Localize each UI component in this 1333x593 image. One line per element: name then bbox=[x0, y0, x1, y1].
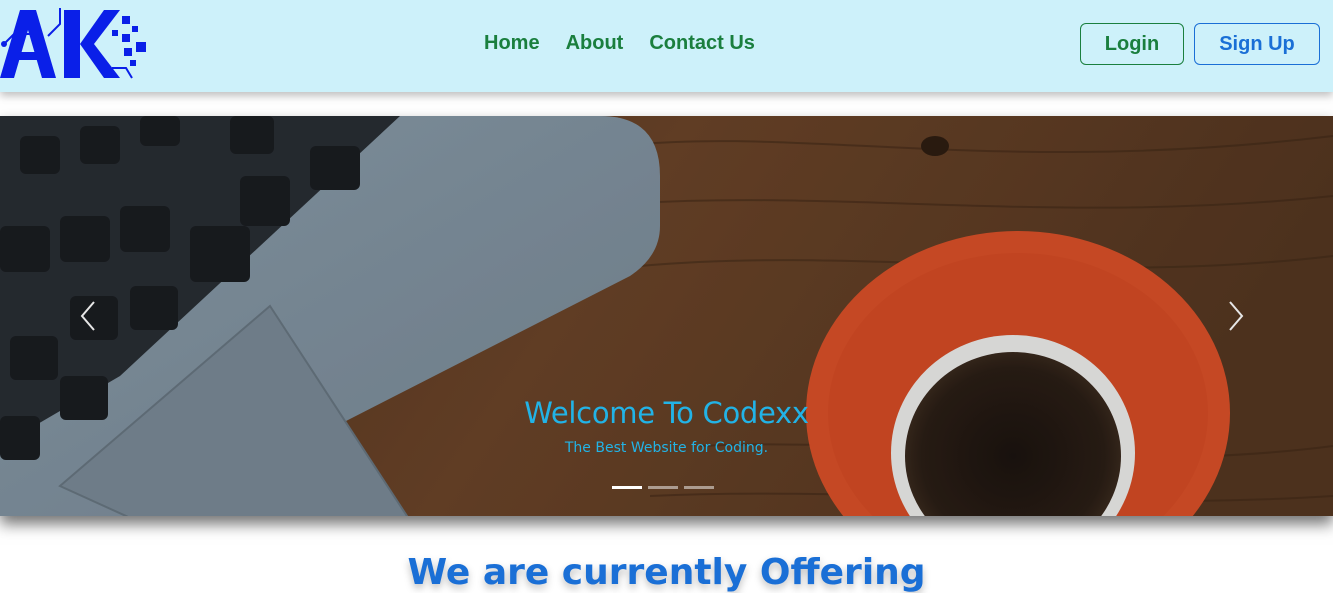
section-heading: We are currently Offering bbox=[407, 552, 926, 593]
nav-link-contact[interactable]: Contact Us bbox=[649, 32, 755, 55]
navbar: Home About Contact Us Login Sign Up bbox=[0, 0, 1333, 92]
carousel-prev-control[interactable] bbox=[68, 296, 108, 336]
nav-menu: Home About Contact Us bbox=[484, 32, 781, 55]
carousel-indicators bbox=[612, 486, 714, 489]
carousel-indicator-1[interactable] bbox=[612, 486, 642, 489]
login-button[interactable]: Login bbox=[1080, 23, 1184, 65]
caption-title: Welcome To Codexx bbox=[524, 396, 809, 430]
hero-carousel: Welcome To Codexx The Best Website for C… bbox=[0, 116, 1333, 516]
chevron-left-icon bbox=[80, 301, 95, 331]
caption-subtitle: The Best Website for Coding. bbox=[564, 440, 769, 456]
chevron-right-icon bbox=[1229, 301, 1244, 331]
nav-link-about[interactable]: About bbox=[566, 32, 624, 55]
carousel-indicator-2[interactable] bbox=[648, 486, 678, 489]
nav-link-home[interactable]: Home bbox=[484, 32, 540, 55]
signup-button[interactable]: Sign Up bbox=[1194, 23, 1320, 65]
carousel-indicator-3[interactable] bbox=[684, 486, 714, 489]
circuit-logo-icon[interactable] bbox=[0, 8, 150, 82]
laptop-coffee-image bbox=[0, 116, 1333, 516]
carousel-next-control[interactable] bbox=[1216, 296, 1256, 336]
carousel-caption: Welcome To Codexx The Best Website for C… bbox=[0, 396, 1333, 456]
